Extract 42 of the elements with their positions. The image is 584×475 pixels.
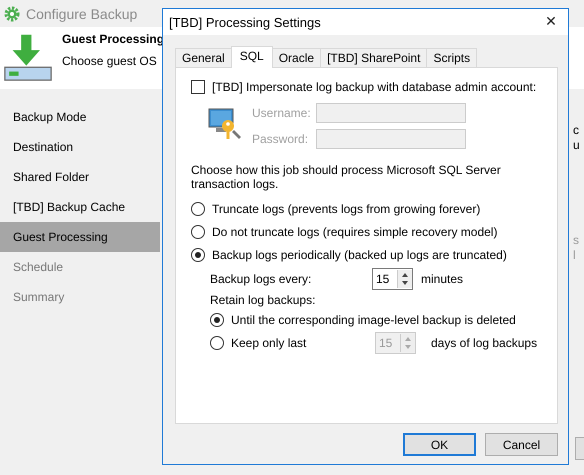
interval-label: Backup logs every: — [210, 272, 312, 286]
partial-text: c — [573, 123, 579, 137]
radio-label: Until the corresponding image-level backup is deleted — [231, 312, 516, 326]
radio-button[interactable] — [191, 224, 205, 238]
unit-label: days of log backups — [431, 336, 538, 350]
sidebar-item[interactable]: Destination — [0, 132, 160, 162]
radio-label: Do not truncate logs (requires simple recovery model) — [212, 224, 498, 238]
tab[interactable]: SQL — [230, 46, 273, 68]
radio-label: Backup logs periodically (backed up logs are truncated) — [212, 248, 507, 262]
sidebar-item[interactable]: Backup Mode — [0, 102, 160, 132]
field-label: Username: — [252, 106, 312, 120]
unit-label: minutes — [421, 272, 464, 286]
page-subtitle: Choose guest OS — [62, 54, 158, 68]
field-label: Password: — [252, 132, 310, 146]
sidebar-item[interactable]: Guest Processing — [0, 222, 160, 252]
gear-icon — [4, 6, 20, 22]
retain-label: Retain log backups: — [210, 292, 316, 306]
dialog-title: [TBD] Processing Settings — [169, 14, 321, 30]
partial-text: u — [573, 138, 580, 152]
checkbox-label: [TBD] Impersonate log backup with database admin account: — [212, 80, 536, 94]
number-spinner[interactable]: 15 — [372, 268, 413, 290]
radio-button[interactable] — [210, 312, 224, 326]
tab[interactable]: General — [175, 48, 232, 67]
dialog-button[interactable]: Cancel — [485, 433, 558, 456]
computer-key-icon — [208, 108, 242, 140]
sidebar-item[interactable]: Shared Folder — [0, 162, 160, 192]
radio-button[interactable] — [191, 202, 205, 216]
sidebar-item[interactable]: [TBD] Backup Cache — [0, 192, 160, 222]
tab[interactable]: [TBD] SharePoint — [320, 48, 428, 67]
dialog-button[interactable]: OK — [403, 433, 476, 456]
close-button[interactable]: ✕ — [534, 9, 568, 35]
description-text: Choose how this job should process Microsoft SQL Server transaction logs. — [191, 163, 502, 191]
tab[interactable]: Scripts — [426, 48, 478, 67]
radio-button[interactable] — [210, 336, 224, 350]
window-title: Configure Backup — [26, 6, 138, 22]
radio-label: Keep only last — [231, 336, 308, 350]
partial-text: s — [573, 233, 579, 247]
radio-button[interactable] — [191, 248, 205, 262]
partial-text: l — [573, 248, 576, 262]
radio-label: Truncate logs (prevents logs from growing forever) — [212, 202, 480, 216]
page-title: Guest Processing — [62, 32, 164, 46]
checkbox[interactable] — [191, 80, 205, 94]
